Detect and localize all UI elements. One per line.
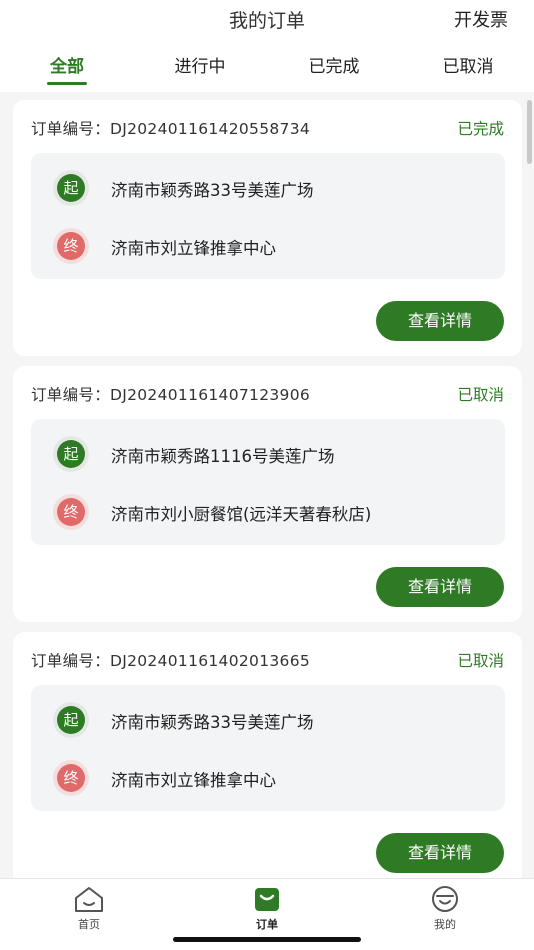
nav-label: 首页 [78, 918, 100, 931]
route-box: 起 济南市颖秀路33号美莲广场 终 济南市刘立锋推拿中心 [31, 153, 505, 279]
start-stop: 起 济南市颖秀路1116号美莲广场 [31, 434, 505, 474]
nav-orders[interactable]: 订单 [227, 885, 307, 932]
end-badge: 终 [57, 764, 85, 792]
tab-cancelled[interactable]: 已取消 [408, 52, 528, 77]
tab-all[interactable]: 全部 [7, 52, 127, 85]
start-address: 济南市颖秀路1116号美莲广场 [111, 447, 335, 466]
order-number: 订单编号：DJ202401161402013665 [31, 652, 311, 670]
smile-icon [432, 886, 458, 912]
nav-label: 订单 [256, 918, 278, 931]
start-address: 济南市颖秀路33号美莲广场 [111, 713, 314, 732]
tab-label: 已取消 [442, 57, 494, 77]
order-card: 订单编号：DJ202401161402013665 已取消 起 济南市颖秀路33… [13, 632, 522, 888]
end-address: 济南市刘立锋推拿中心 [111, 239, 276, 258]
route-box: 起 济南市颖秀路33号美莲广场 终 济南市刘立锋推拿中心 [31, 685, 505, 811]
tab-completed[interactable]: 已完成 [274, 52, 394, 77]
start-icon: 起 [53, 170, 89, 206]
tab-label: 进行中 [174, 57, 226, 77]
end-icon: 终 [53, 760, 89, 796]
end-address: 济南市刘立锋推拿中心 [111, 771, 276, 790]
tab-in-progress[interactable]: 进行中 [140, 52, 260, 77]
start-stop: 起 济南市颖秀路33号美莲广场 [31, 168, 505, 208]
order-status: 已取消 [457, 386, 504, 404]
order-number: 订单编号：DJ202401161407123906 [31, 386, 311, 404]
start-icon: 起 [53, 702, 89, 738]
view-details-button[interactable]: 查看详情 [376, 833, 504, 873]
end-icon: 终 [53, 494, 89, 530]
start-badge: 起 [57, 174, 85, 202]
end-stop: 终 济南市刘小厨餐馆(远洋天著春秋店) [31, 492, 505, 532]
end-icon: 终 [53, 228, 89, 264]
start-stop: 起 济南市颖秀路33号美莲广场 [31, 700, 505, 740]
bag-icon [255, 888, 279, 911]
order-status: 已完成 [457, 120, 504, 138]
view-details-button[interactable]: 查看详情 [376, 567, 504, 607]
start-address: 济南市颖秀路33号美莲广场 [111, 181, 314, 200]
nav-label: 我的 [434, 918, 456, 931]
start-badge: 起 [57, 440, 85, 468]
end-badge: 终 [57, 498, 85, 526]
end-stop: 终 济南市刘立锋推拿中心 [31, 758, 505, 798]
scrollbar[interactable] [527, 100, 532, 164]
nav-profile[interactable]: 我的 [405, 885, 485, 932]
view-details-button[interactable]: 查看详情 [376, 301, 504, 341]
end-address: 济南市刘小厨餐馆(远洋天著春秋店) [111, 505, 372, 524]
order-card: 订单编号：DJ202401161407123906 已取消 起 济南市颖秀路11… [13, 366, 522, 622]
start-icon: 起 [53, 436, 89, 472]
order-status: 已取消 [457, 652, 504, 670]
end-badge: 终 [57, 232, 85, 260]
end-stop: 终 济南市刘立锋推拿中心 [31, 226, 505, 266]
home-indicator [173, 937, 361, 942]
route-box: 起 济南市颖秀路1116号美莲广场 终 济南市刘小厨餐馆(远洋天著春秋店) [31, 419, 505, 545]
home-icon [75, 887, 103, 912]
tab-label: 全部 [50, 57, 84, 77]
order-card: 订单编号：DJ202401161420558734 已完成 起 济南市颖秀路33… [13, 100, 522, 356]
order-number: 订单编号：DJ202401161420558734 [31, 120, 311, 138]
start-badge: 起 [57, 706, 85, 734]
header: 我的订单 开发票 全部 进行中 已完成 已取消 [0, 0, 534, 92]
invoice-button[interactable]: 开发票 [454, 6, 508, 32]
nav-home[interactable]: 首页 [49, 885, 129, 932]
order-tabs: 全部 进行中 已完成 已取消 [0, 52, 534, 92]
tab-active-indicator [47, 82, 87, 85]
tab-label: 已完成 [308, 57, 360, 77]
